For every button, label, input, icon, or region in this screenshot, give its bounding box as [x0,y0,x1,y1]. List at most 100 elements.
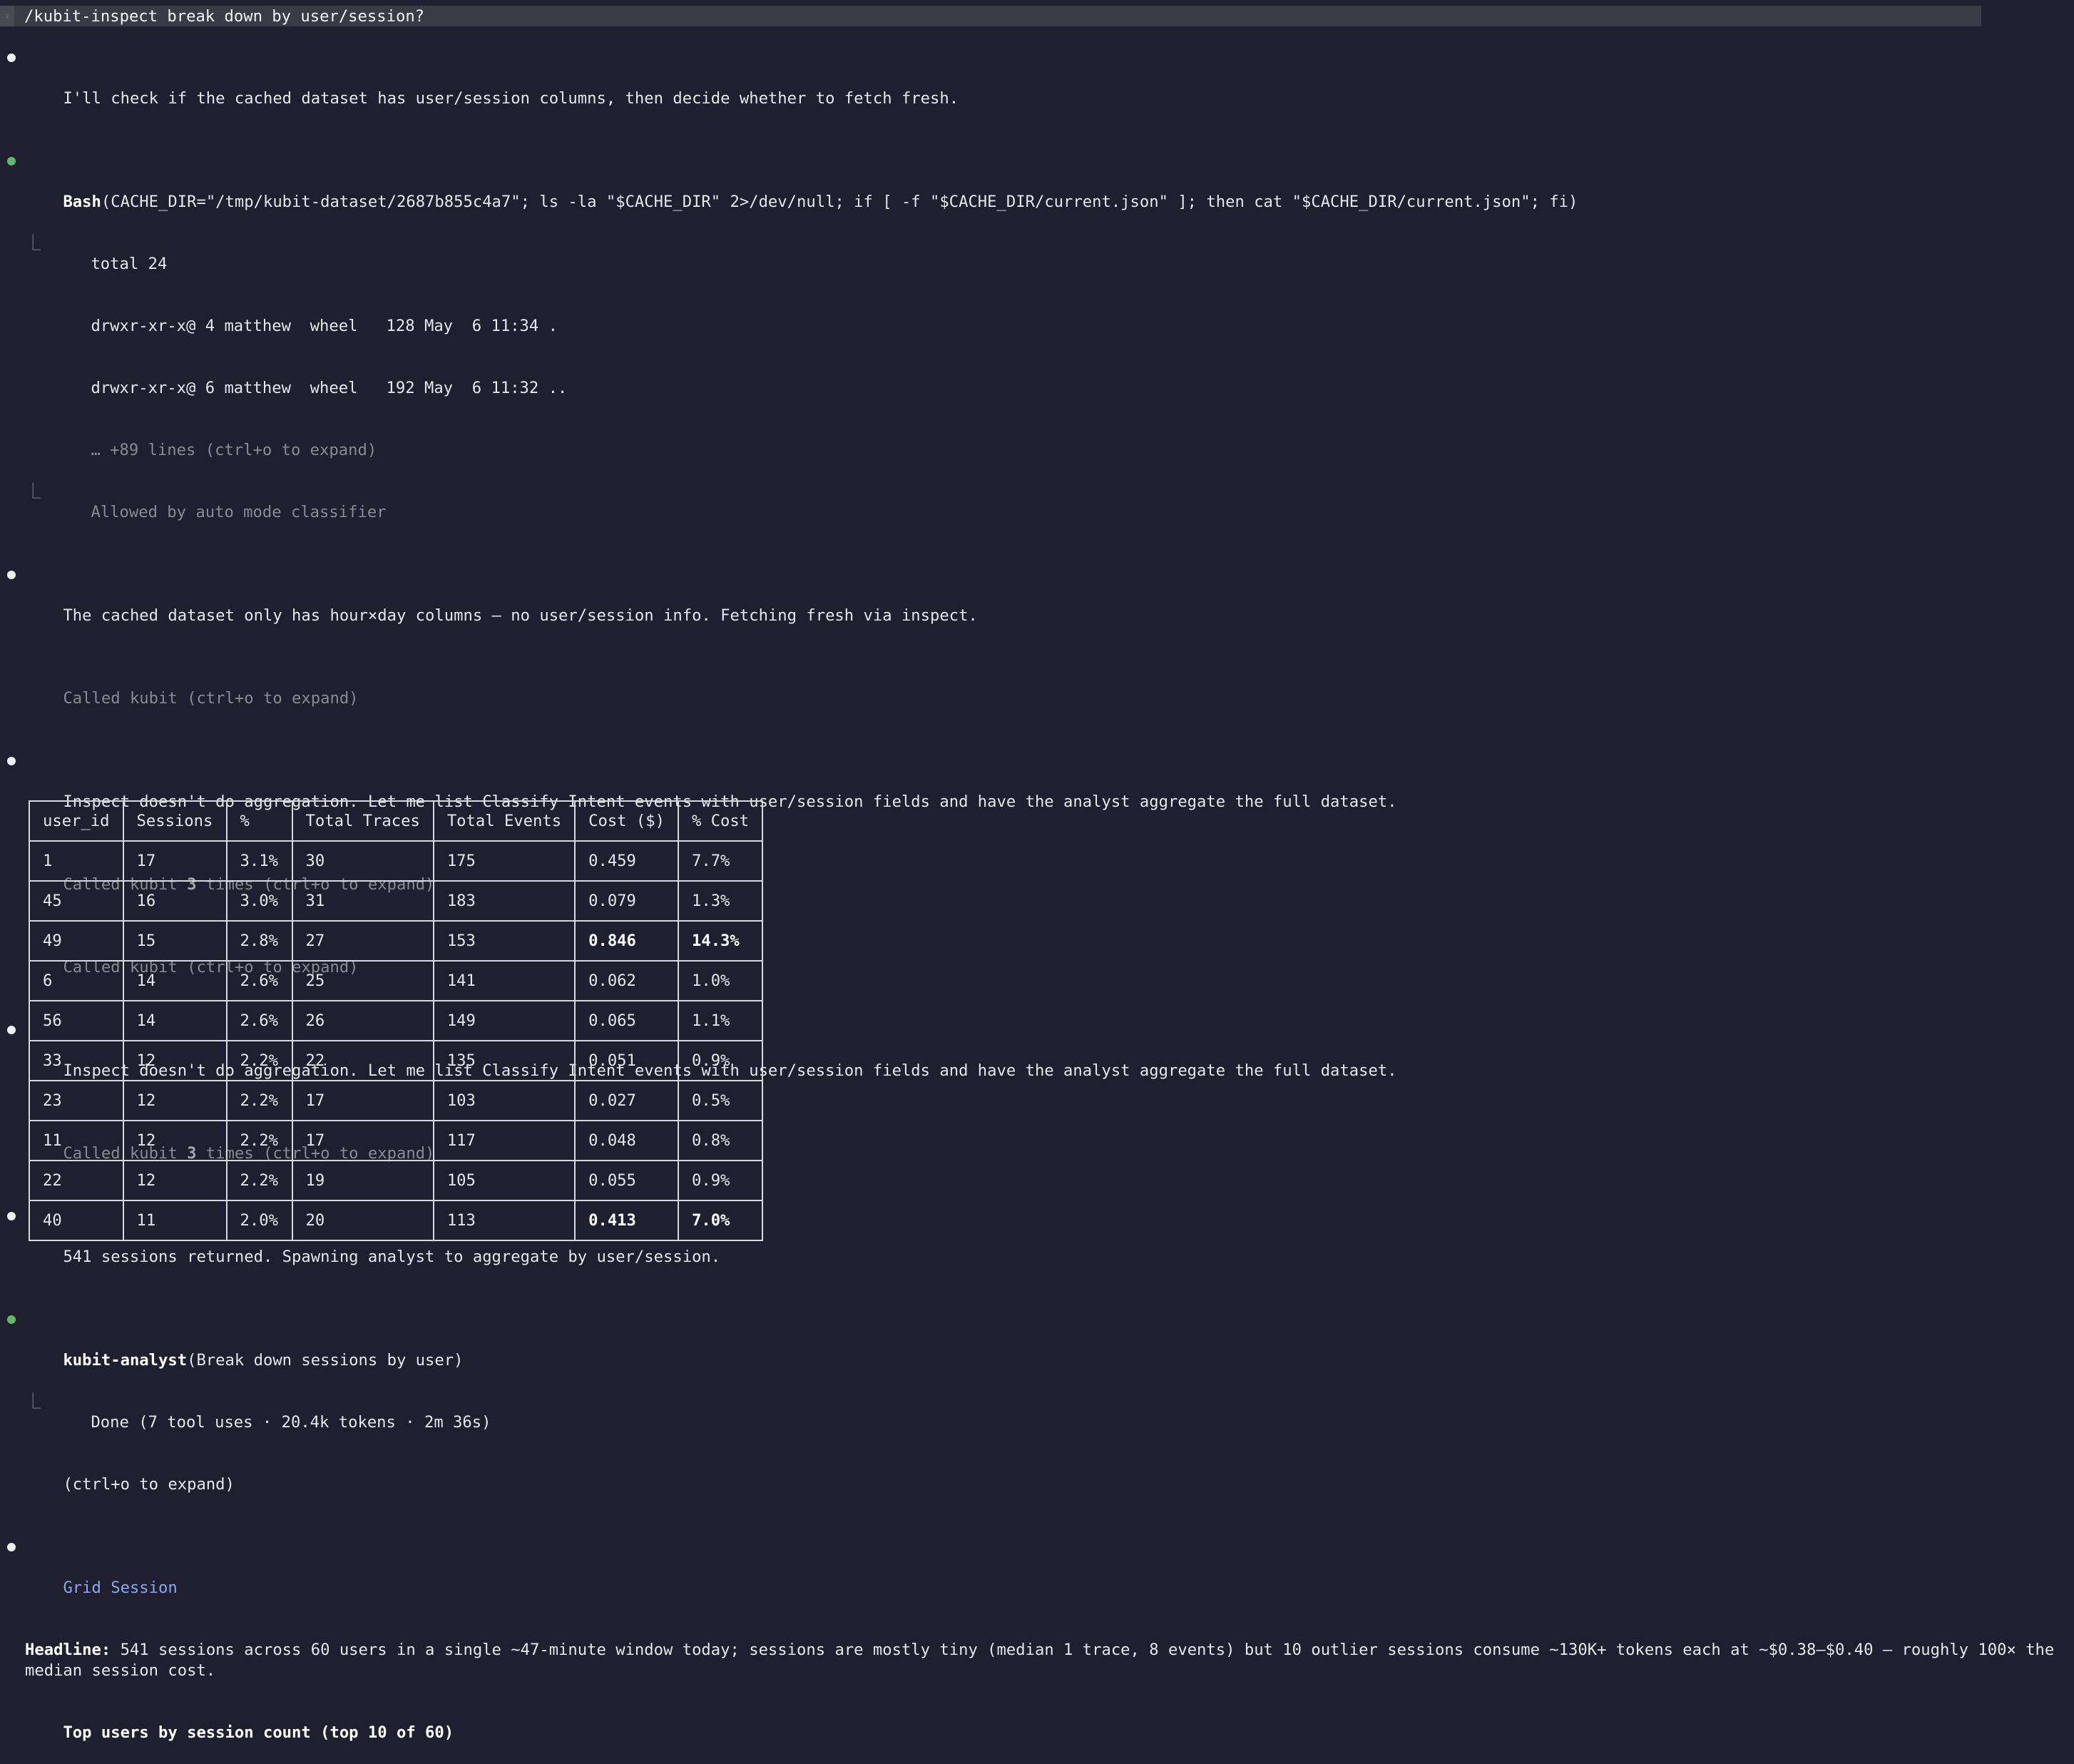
table-row: 22 12 2.2% 19 105 0.055 0.9% [29,1160,764,1201]
top-users-table: user_id Sessions % Total Traces Total Ev… [29,800,764,1241]
column-header-sessions: Sessions [122,800,228,842]
cell-percent-cost: 1.0% [677,960,764,1001]
prompt-caret-icon: › [0,6,14,26]
cell-percent: 2.2% [225,1160,293,1201]
tool-output-line: ⎿ total 24 [25,234,168,273]
cell-sessions: 12 [122,1160,228,1201]
cell-sessions: 15 [122,920,228,962]
cell-cost: 0.079 [574,880,679,922]
table-header-row: user_id Sessions % Total Traces Total Ev… [29,800,764,842]
cell-total-traces: 31 [291,880,434,922]
cell-percent: 2.2% [225,1080,293,1121]
cell-percent: 3.0% [225,880,293,922]
cell-total-events: 153 [432,920,576,962]
cell-percent: 2.8% [225,920,293,962]
assistant-message: I'll check if the cached dataset has use… [0,47,2068,130]
cell-total-traces: 17 [291,1120,434,1161]
cell-sessions: 12 [122,1120,228,1161]
cell-percent: 2.6% [225,960,293,1001]
agent-args: (Break down sessions by user) [187,1351,464,1370]
collapsed-tool-call[interactable]: Called kubit (ctrl+o to expand) [0,668,2068,730]
bullet-icon [7,571,16,579]
cell-percent-cost: 0.9% [677,1040,764,1081]
cell-total-events: 113 [432,1200,576,1241]
message-text: The cached dataset only has hour×day col… [63,606,978,625]
cell-total-traces: 22 [291,1040,434,1081]
tool-name: Bash [63,193,101,211]
grid-session-link[interactable]: Grid Session [63,1579,177,1597]
prompt-bar[interactable]: › /kubit-inspect break down by user/sess… [0,6,1981,26]
cell-total-events: 103 [432,1080,576,1121]
agent-name: kubit-analyst [63,1351,188,1370]
tool-success-icon [7,157,16,165]
cell-percent: 2.2% [225,1120,293,1161]
column-header-percent: % [225,800,293,842]
cell-total-traces: 25 [291,960,434,1001]
cell-total-events: 135 [432,1040,576,1081]
cell-cost: 0.459 [574,840,679,882]
expand-hint[interactable]: … +89 lines (ctrl+o to expand) [0,419,2068,481]
cell-percent-cost: 1.1% [677,1000,764,1041]
cell-total-events: 117 [432,1120,576,1161]
headline-paragraph: Headline: 541 sessions across 60 users i… [0,1640,2068,1681]
table-row: 49 15 2.8% 27 153 0.846 14.3% [29,920,764,962]
headline-text: 541 sessions across 60 users in a single… [25,1641,2055,1680]
cell-sessions: 17 [122,840,228,882]
expand-hint[interactable]: (ctrl+o to expand) [0,1454,2068,1516]
cell-user-id: 22 [29,1160,124,1201]
tool-output-line: drwxr-xr-x@ 4 matthew wheel 128 May 6 11… [91,317,558,335]
cell-sessions: 11 [122,1200,228,1241]
cell-percent: 2.2% [225,1040,293,1081]
tool-args: (CACHE_DIR="/tmp/kubit-dataset/2687b855c… [101,193,1578,211]
cell-user-id: 49 [29,920,124,962]
table-row: 11 12 2.2% 17 117 0.048 0.8% [29,1120,764,1161]
prompt-text: /kubit-inspect break down by user/sessio… [24,6,425,26]
cell-user-id: 45 [29,880,124,922]
cell-user-id: 6 [29,960,124,1001]
message-text: I'll check if the cached dataset has use… [63,89,959,108]
cell-user-id: 33 [29,1040,124,1081]
column-header-percent-cost: % Cost [677,800,764,842]
cell-percent: 2.0% [225,1200,293,1241]
bullet-icon [7,1543,16,1551]
cell-total-traces: 20 [291,1200,434,1241]
table-row: 1 17 3.1% 30 175 0.459 7.7% [29,840,764,882]
bash-tool-call: Bash(CACHE_DIR="/tmp/kubit-dataset/2687b… [0,151,2068,233]
cell-cost: 0.048 [574,1120,679,1161]
grid-session-heading[interactable]: Grid Session [0,1536,2068,1619]
table-row: 6 14 2.6% 25 141 0.062 1.0% [29,960,764,1001]
cell-percent-cost: 0.9% [677,1160,764,1201]
cell-cost: 0.027 [574,1080,679,1121]
bullet-icon [7,1212,16,1220]
cell-percent-cost: 0.8% [677,1120,764,1161]
cell-user-id: 1 [29,840,124,882]
cell-total-traces: 30 [291,840,434,882]
cell-total-events: 141 [432,960,576,1001]
table-row: 40 11 2.0% 20 113 0.413 7.0% [29,1200,764,1241]
cell-sessions: 16 [122,880,228,922]
cell-cost: 0.065 [574,1000,679,1041]
column-header-cost: Cost ($) [574,800,679,842]
cell-percent-cost: 0.5% [677,1080,764,1121]
cell-cost: 0.051 [574,1040,679,1081]
agent-done-line: ⎿ Done (7 tool uses · 20.4k tokens · 2m 3… [25,1392,491,1432]
cell-percent-cost: 7.7% [677,840,764,882]
cell-cost: 0.846 [574,920,679,962]
cell-sessions: 14 [122,1000,228,1041]
cell-cost: 0.413 [574,1200,679,1241]
cell-total-traces: 17 [291,1080,434,1121]
bullet-icon [7,757,16,765]
cell-user-id: 40 [29,1200,124,1241]
cell-total-events: 149 [432,1000,576,1041]
bullet-icon [7,53,16,62]
cell-total-events: 175 [432,840,576,882]
cell-user-id: 23 [29,1080,124,1121]
cell-user-id: 56 [29,1000,124,1041]
column-header-user-id: user_id [29,800,124,842]
message-text: 541 sessions returned. Spawning analyst … [63,1248,721,1266]
assistant-message: The cached dataset only has hour×day col… [0,564,2068,647]
cell-total-traces: 27 [291,920,434,962]
elbow-icon: ⎿ [25,1392,41,1411]
tool-success-icon [7,1315,16,1324]
cell-percent: 3.1% [225,840,293,882]
